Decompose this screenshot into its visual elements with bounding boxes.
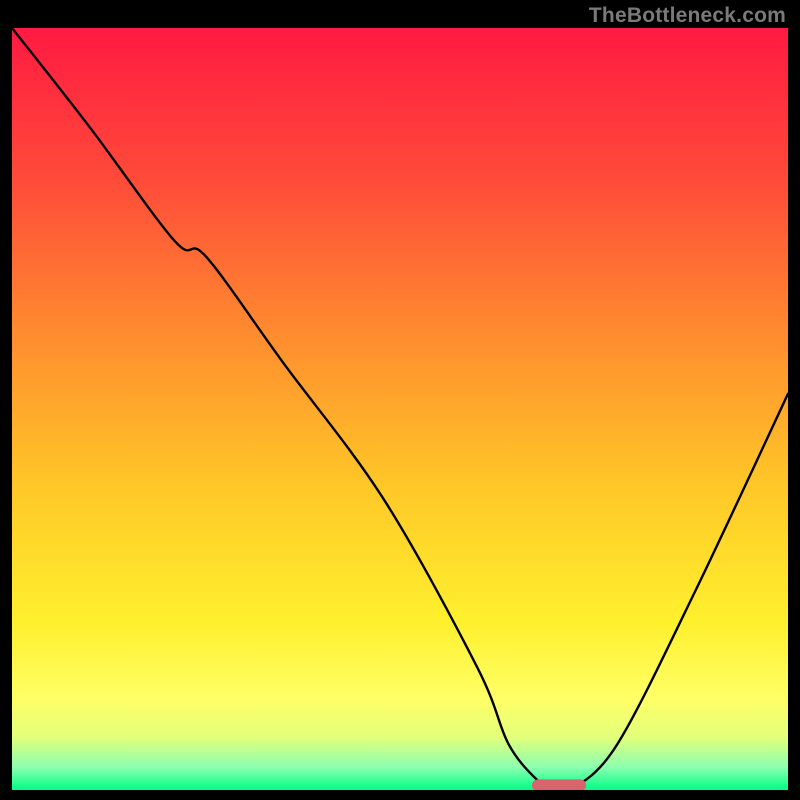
gradient-background [12, 28, 788, 790]
optimal-range-marker [532, 779, 586, 790]
chart-frame [12, 28, 788, 790]
watermark-text: TheBottleneck.com [589, 4, 786, 28]
bottleneck-chart [12, 28, 788, 790]
